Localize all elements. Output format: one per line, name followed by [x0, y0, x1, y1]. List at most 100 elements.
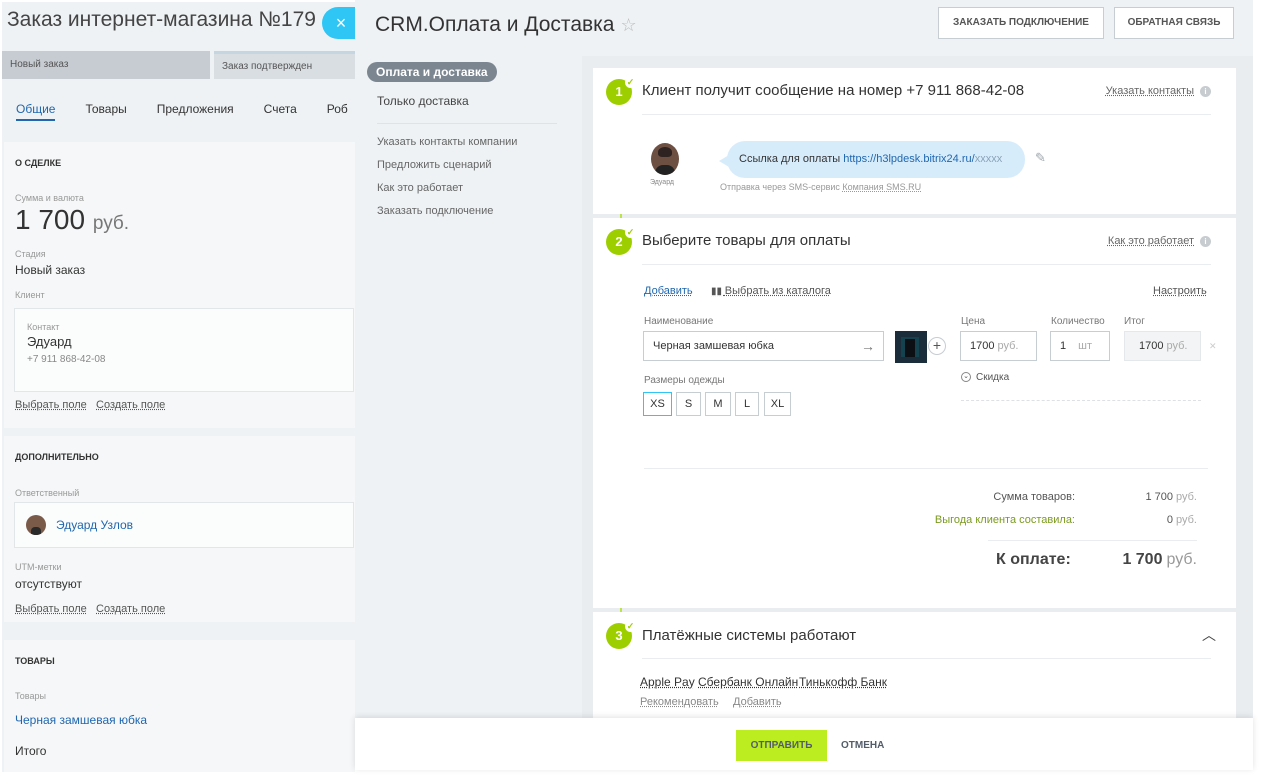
configure-link[interactable]: Настроить [1153, 285, 1207, 297]
step-1-title: Клиент получит сообщение на номер +7 911… [642, 82, 1025, 99]
price-value: 1700 [970, 340, 995, 352]
payment-system-tinkoff[interactable]: Тинькофф Банк [799, 675, 887, 689]
amount-label: Сумма и валюта [15, 193, 84, 203]
goods-label: Товары [15, 691, 46, 701]
specify-contacts-label: Указать контакты [1105, 85, 1194, 97]
remove-row-icon[interactable]: ✕ [1209, 341, 1217, 352]
sms-provider-line: Отправка через SMS-сервис Компания SMS.R… [720, 182, 921, 192]
menu-item-payment-delivery[interactable]: Оплата и доставка [367, 62, 497, 82]
create-field-link[interactable]: Создать поле [96, 399, 165, 411]
payment-link-url[interactable]: https://h3lpdesk.bitrix24.ru/ [843, 153, 974, 165]
responsible-avatar [26, 515, 46, 535]
discount-toggle[interactable]: ⌄ Скидка [961, 372, 1009, 383]
payment-system-apple-pay[interactable]: Apple Pay [640, 675, 695, 689]
to-pay-value: 1 700 руб. [1122, 551, 1197, 569]
stage-new-order[interactable]: Новый заказ [2, 51, 210, 79]
size-option-xs[interactable]: XS [643, 392, 672, 416]
step-3-divider [642, 658, 1211, 659]
product-name-value: Черная замшевая юбка [653, 340, 775, 352]
client-avatar-name: Эдуард [650, 179, 675, 186]
goods-sum-currency: руб. [1176, 491, 1197, 503]
info-icon[interactable]: i [1200, 235, 1211, 247]
goods-item[interactable]: Черная замшевая юбка [15, 713, 147, 727]
choose-from-catalog-link[interactable]: ▮▮ Выбрать из каталога [711, 285, 831, 297]
slider-left-menu: Оплата и доставка Только доставка Указат… [367, 62, 567, 228]
size-option-m[interactable]: M [705, 392, 731, 416]
responsible-label: Ответственный [15, 488, 80, 498]
catalog-book-icon: ▮▮ [711, 286, 725, 297]
check-icon: ✓ [625, 227, 636, 238]
tab-general[interactable]: Общие [16, 102, 56, 121]
extra-section-title: ДОПОЛНИТЕЛЬНО [15, 452, 99, 462]
to-pay-label: К оплате: [996, 551, 1071, 568]
cancel-button[interactable]: ОТМЕНА [841, 730, 884, 761]
payment-delivery-slider: CRM.Оплата и Доставка ☆ ЗАКАЗАТЬ ПОДКЛЮЧЕ… [355, 0, 1253, 770]
price-unit: руб. [997, 340, 1019, 352]
responsible-name[interactable]: Эдуард Узлов [56, 518, 133, 532]
goods-sum-value: 1 700 руб. [1145, 491, 1197, 503]
deal-section-title: О СДЕЛКЕ [15, 158, 62, 168]
size-option-xl[interactable]: XL [764, 392, 791, 416]
tab-goods[interactable]: Товары [85, 102, 126, 121]
discount-label: Скидка [976, 372, 1010, 383]
add-product-link[interactable]: Добавить [644, 285, 693, 297]
message-prefix: Ссылка для оплаты [739, 153, 844, 165]
product-name-input[interactable]: Черная замшевая юбка → [643, 331, 884, 361]
client-contact-card[interactable]: Контакт Эдуард +7 911 868-42-08 [14, 308, 354, 392]
add-image-plus-icon[interactable]: + [928, 337, 946, 355]
screen: Заказ интернет-магазина №179 × Новый зак… [0, 0, 1263, 778]
arrow-right-icon[interactable]: → [861, 332, 875, 360]
size-option-l[interactable]: L [735, 392, 759, 416]
menu-link-how-it-works[interactable]: Как это работает [367, 182, 567, 194]
select-field-link[interactable]: Выбрать поле [15, 399, 87, 411]
payment-system-sberbank[interactable]: Сбербанк Онлайн [698, 675, 798, 689]
quantity-unit: шт [1078, 340, 1092, 352]
specify-contacts-link[interactable]: Указать контакты i [1106, 85, 1211, 97]
menu-item-delivery-only[interactable]: Только доставка [367, 94, 567, 108]
utm-label: UTM-метки [15, 562, 62, 572]
slider-content: 1 ✓ Клиент получит сообщение на номер +7… [582, 56, 1253, 718]
tab-invoices[interactable]: Счета [264, 102, 297, 121]
utm-value: отсутствуют [15, 577, 82, 591]
edit-message-pencil-icon[interactable]: ✎ [1035, 150, 1046, 166]
menu-link-company-contacts[interactable]: Указать контакты компании [367, 136, 567, 148]
totals-divider [644, 468, 1208, 469]
goods-total-label: Итого [15, 744, 47, 758]
order-connection-button[interactable]: ЗАКАЗАТЬ ПОДКЛЮЧЕНИЕ [938, 7, 1104, 39]
to-pay-amount: 1 700 [1122, 551, 1163, 568]
menu-link-suggest-scenario[interactable]: Предложить сценарий [367, 159, 567, 171]
responsible-card[interactable]: Эдуард Узлов [14, 502, 354, 548]
catalog-link-label: Выбрать из каталога [724, 285, 831, 297]
recommend-link[interactable]: Рекомендовать [640, 696, 719, 708]
collapse-chevron-up-icon[interactable]: ︿ [1202, 625, 1216, 645]
close-slider-button[interactable]: × [322, 7, 355, 39]
goods-section: ТОВАРЫ Товары Черная замшевая юбка Итого [4, 640, 355, 772]
slider-title: CRM.Оплата и Доставка ☆ [375, 13, 637, 37]
how-it-works-link[interactable]: Как это работает i [1108, 235, 1211, 247]
pay-divider [988, 540, 1197, 541]
name-label: Наименование [644, 316, 714, 327]
tab-robots[interactable]: Роб [327, 102, 348, 121]
quantity-input[interactable]: 1 шт [1050, 331, 1110, 361]
size-option-s[interactable]: S [676, 392, 701, 416]
stage-confirmed[interactable]: Заказ подтвержден [214, 51, 355, 79]
price-input[interactable]: 1700 руб. [960, 331, 1037, 361]
total-value: 1700 [1139, 340, 1164, 352]
add-payment-system-link[interactable]: Добавить [733, 696, 782, 708]
feedback-button[interactable]: ОБРАТНАЯ СВЯЗЬ [1114, 7, 1234, 39]
client-benefit-currency: руб. [1176, 514, 1197, 526]
product-thumbnail[interactable] [895, 331, 927, 363]
create-field-link-2[interactable]: Создать поле [96, 603, 165, 615]
tab-offers[interactable]: Предложения [157, 102, 234, 121]
menu-link-order-connection[interactable]: Заказать подключение [367, 205, 567, 217]
info-icon[interactable]: i [1200, 85, 1211, 97]
sms-provider-link[interactable]: Компания SMS.RU [842, 182, 921, 192]
stage-label: Стадия [15, 249, 46, 259]
send-button[interactable]: ОТПРАВИТЬ [736, 730, 827, 761]
menu-divider [377, 123, 557, 124]
star-icon[interactable]: ☆ [620, 15, 636, 35]
client-benefit-value: 0 руб. [1167, 514, 1197, 526]
select-field-link-2[interactable]: Выбрать поле [15, 603, 87, 615]
step-2-card: 2 ✓ Выберите товары для оплаты Как это р… [593, 218, 1236, 608]
amount-value: 1 700 [15, 204, 86, 235]
